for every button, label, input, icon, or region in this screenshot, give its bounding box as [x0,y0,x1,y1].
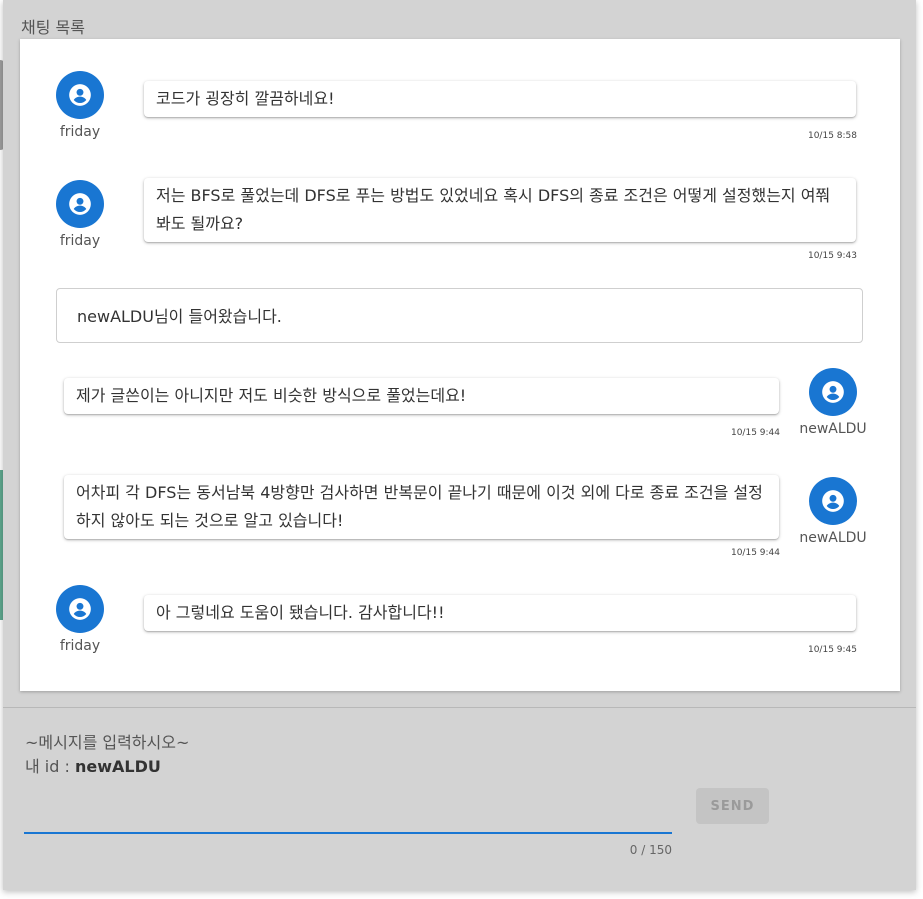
send-button[interactable]: SEND [696,788,769,824]
message-author: friday [45,585,115,654]
author-name: friday [59,638,101,654]
char-counter: 0 / 150 [629,843,672,857]
message-bubble: 제가 글쓴이는 아니지만 저도 비슷한 방식으로 풀었는데요! [64,378,779,414]
page-title: 채팅 목록 [21,18,85,37]
message-author: newALDU [798,477,868,546]
message-input[interactable] [24,784,672,834]
my-id-line: 내 id : newALDU [25,753,161,777]
author-name: newALDU [799,530,867,546]
message-time: 10/15 9:44 [730,428,780,438]
account-circle-icon [56,180,104,228]
account-circle-icon [56,585,104,633]
divider [3,707,916,708]
author-name: friday [59,124,101,140]
author-name: newALDU [799,421,867,437]
account-circle-icon [809,477,857,525]
input-hint: ~메시지를 입력하시오~ [25,733,190,752]
message-time: 10/15 9:43 [807,251,857,261]
account-circle-icon [56,71,104,119]
chat-card: 채팅 목록 friday 코드가 굉장히 깔끔하네요! 10/15 8:58 f… [3,0,916,890]
my-id-label: 내 id : [25,757,75,776]
message-author: friday [45,180,115,249]
chat-page: 채팅 목록 friday 코드가 굉장히 깔끔하네요! 10/15 8:58 f… [0,0,923,899]
message-time: 10/15 8:58 [807,131,857,141]
message-author: newALDU [798,368,868,437]
message-time: 10/15 9:45 [807,645,857,655]
message-bubble: 아 그렇네요 도움이 됐습니다. 감사합니다!! [144,595,856,631]
message-author: friday [45,71,115,140]
author-name: friday [59,233,101,249]
account-circle-icon [809,368,857,416]
message-bubble: 코드가 굉장히 깔끔하네요! [144,81,856,117]
my-id-value: newALDU [74,757,161,776]
message-list[interactable]: friday 코드가 굉장히 깔끔하네요! 10/15 8:58 friday … [20,39,900,691]
message-time: 10/15 9:44 [730,548,780,558]
message-bubble: 저는 BFS로 풀었는데 DFS로 푸는 방법도 있었네요 혹시 DFS의 종료… [144,178,856,242]
message-bubble: 어차피 각 DFS는 동서남북 4방향만 검사하면 반복문이 끝나기 때문에 이… [64,475,779,539]
system-message: newALDU님이 들어왔습니다. [56,288,863,343]
